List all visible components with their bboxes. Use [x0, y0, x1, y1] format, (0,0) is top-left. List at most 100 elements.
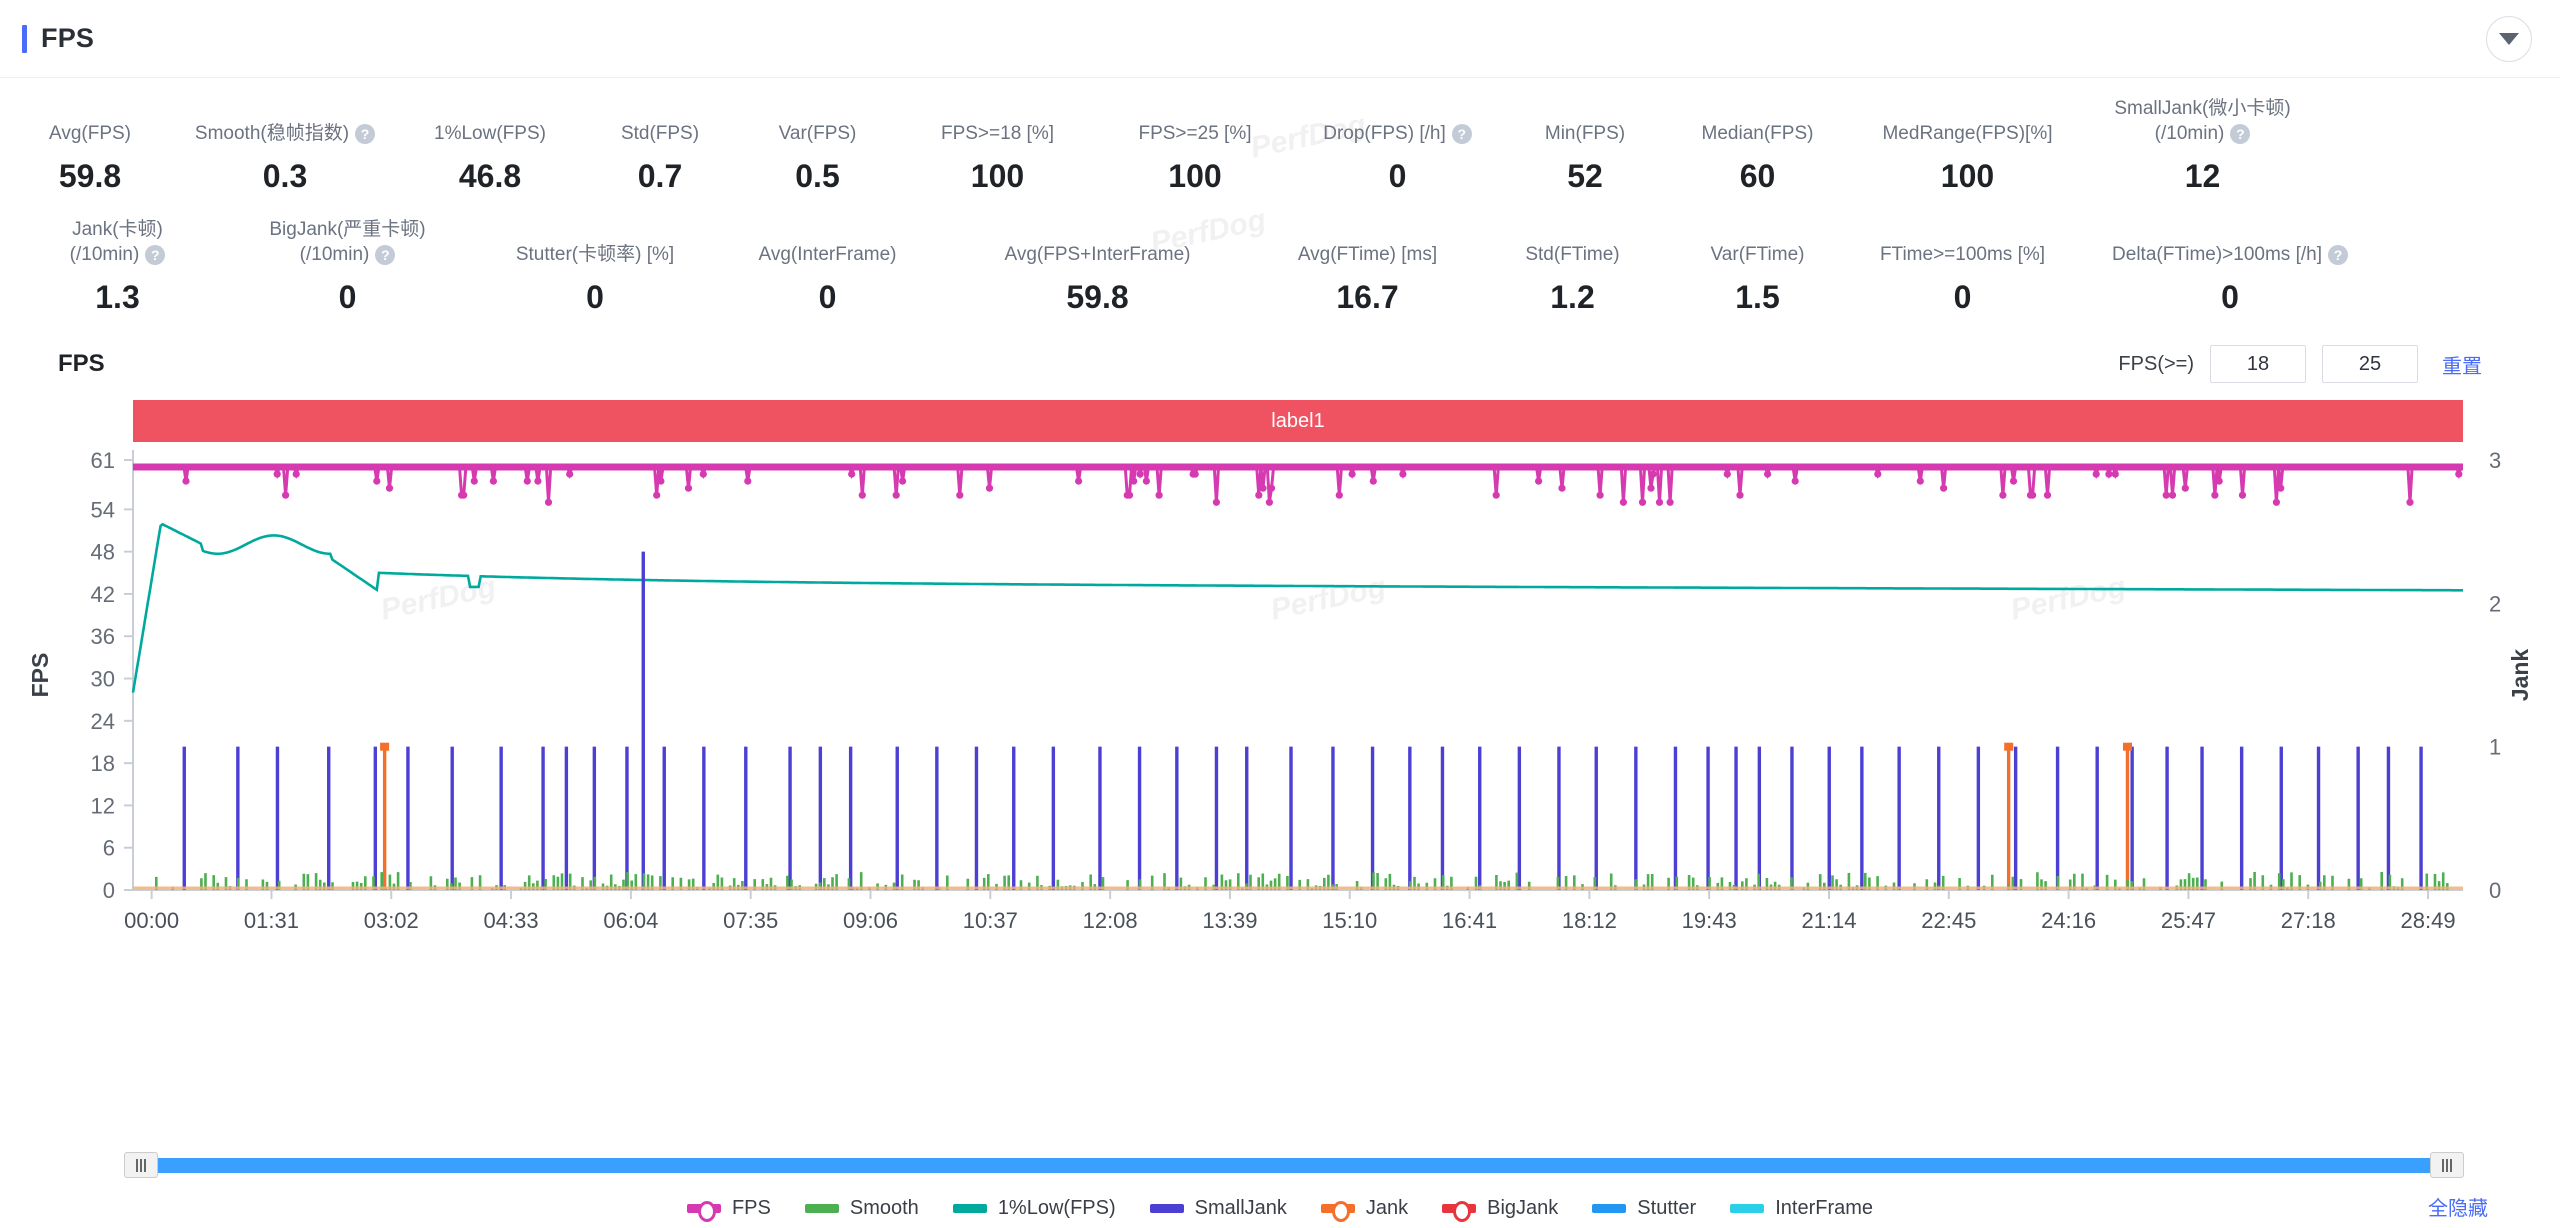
- legend-label: Jank: [1365, 1196, 1409, 1219]
- svg-text:27:18: 27:18: [2281, 908, 2336, 933]
- chevron-down-icon: [2499, 32, 2519, 45]
- svg-text:10:37: 10:37: [963, 908, 1018, 933]
- stat-value: 0.5: [795, 158, 840, 194]
- stat-value: 0: [2221, 279, 2239, 315]
- legend-color-swatch: [1149, 1203, 1184, 1213]
- scrollbar-track[interactable]: [146, 1158, 2442, 1173]
- stat-label: Std(FPS): [620, 123, 700, 144]
- svg-text:12:08: 12:08: [1083, 908, 1138, 933]
- svg-text:48: 48: [91, 540, 115, 565]
- svg-text:15:10: 15:10: [1322, 908, 1377, 933]
- title-accent-bar: [22, 24, 27, 53]
- stat-label: Avg(FTime) [ms]: [1297, 244, 1438, 265]
- legend-color-swatch: [1320, 1200, 1355, 1222]
- legend-color-swatch: [804, 1203, 839, 1213]
- fps-threshold-controls: FPS(>=) 重置: [2118, 345, 2482, 383]
- stat-cell: Drop(FPS) [/h]? 0: [1290, 96, 1505, 195]
- svg-text:28:49: 28:49: [2401, 908, 2456, 933]
- stat-cell: Avg(InterFrame) 0: [720, 217, 935, 316]
- stat-label: Var(FTime): [1710, 244, 1805, 265]
- svg-text:25:47: 25:47: [2161, 908, 2216, 933]
- help-icon[interactable]: ?: [375, 244, 396, 265]
- legend-label: SmallJank: [1194, 1196, 1287, 1219]
- stat-cell: 1%Low(FPS) 46.8: [400, 96, 580, 195]
- svg-text:6: 6: [103, 836, 115, 861]
- fps-threshold-input-1[interactable]: [2210, 345, 2306, 383]
- stat-label: FPS>=18 [%]: [940, 123, 1054, 144]
- stat-cell: Delta(FTime)>100ms [/h]? 0: [2080, 217, 2380, 316]
- svg-text:09:06: 09:06: [843, 908, 898, 933]
- scrollbar-handle-right[interactable]: [2430, 1152, 2464, 1178]
- svg-text:24:16: 24:16: [2041, 908, 2096, 933]
- svg-text:FPS: FPS: [27, 653, 53, 698]
- collapse-panel-button[interactable]: [2486, 15, 2532, 62]
- stat-label: BigJank(严重卡顿) (/10min)?: [269, 219, 426, 265]
- stat-label: Avg(FPS+InterFrame): [1004, 244, 1191, 265]
- legend-item-interframe[interactable]: InterFrame: [1730, 1197, 1873, 1220]
- stat-value: 0: [586, 279, 604, 315]
- chart-header: FPS FPS(>=) 重置: [0, 336, 2560, 392]
- stat-value: 59.8: [58, 158, 122, 194]
- stat-label: Avg(FPS): [48, 123, 131, 144]
- stat-cell: Jank(卡顿) (/10min)? 1.3: [10, 217, 225, 316]
- help-icon[interactable]: ?: [2230, 123, 2251, 144]
- svg-text:22:45: 22:45: [1921, 908, 1976, 933]
- grip-icon: [2442, 1158, 2452, 1172]
- legend-color-swatch: [952, 1203, 987, 1213]
- stat-value: 0: [818, 279, 837, 315]
- stat-cell: Var(FPS) 0.5: [740, 96, 895, 195]
- stat-value: 1.2: [1550, 279, 1595, 315]
- legend-item-1-low-fps[interactable]: 1%Low(FPS): [952, 1197, 1116, 1220]
- reset-link[interactable]: 重置: [2442, 350, 2482, 379]
- stat-value: 46.8: [458, 158, 522, 194]
- fps-threshold-label: FPS(>=): [2118, 352, 2194, 375]
- stat-label: Min(FPS): [1544, 123, 1626, 144]
- legend-item-jank[interactable]: Jank: [1320, 1196, 1409, 1222]
- stat-value: 0.7: [637, 158, 683, 194]
- stat-label: Delta(FTime)>100ms [/h]?: [2112, 242, 2348, 267]
- fps-chart-svg[interactable]: 061218243036424854610123FPS Jank00:00 01:3…: [0, 392, 2560, 1002]
- svg-text:01:31: 01:31: [244, 908, 299, 933]
- legend-label: Stutter: [1637, 1196, 1697, 1219]
- page-title: FPS: [22, 23, 94, 54]
- legend-label: BigJank: [1487, 1196, 1559, 1219]
- stat-cell: Avg(FPS+InterFrame) 59.8: [935, 217, 1260, 316]
- stat-cell: Stutter(卡顿率) [%] 0: [470, 217, 720, 316]
- series-1pct-low: [131, 522, 2463, 693]
- help-icon[interactable]: ?: [145, 244, 166, 265]
- stat-value: 0: [338, 279, 357, 315]
- stat-value: 0.3: [262, 158, 308, 194]
- stat-label: Smooth(稳帧指数)?: [195, 121, 376, 146]
- fps-report-page: FPS Avg(FPS) 59.8 Smooth(稳帧指数)? 0.3 1%Low(FP…: [0, 0, 2560, 1228]
- stat-value: 1.5: [1735, 279, 1780, 315]
- legend-item-fps[interactable]: FPS: [686, 1197, 771, 1222]
- stat-cell: BigJank(严重卡顿) (/10min)? 0: [225, 217, 470, 316]
- legend-label: Smooth: [849, 1196, 919, 1219]
- legend-item-smalljank[interactable]: SmallJank: [1149, 1196, 1287, 1220]
- legend-item-stutter[interactable]: Stutter: [1592, 1197, 1696, 1220]
- svg-text:04:33: 04:33: [484, 908, 539, 933]
- stat-cell: FPS>=25 [%] 100: [1100, 96, 1290, 195]
- help-icon[interactable]: ?: [355, 123, 376, 144]
- stat-cell: Std(FTime) 1.2: [1475, 217, 1670, 316]
- fps-threshold-input-2[interactable]: [2322, 345, 2418, 383]
- stat-label: Avg(InterFrame): [758, 244, 897, 265]
- scrollbar-handle-left[interactable]: [124, 1152, 158, 1178]
- help-icon[interactable]: ?: [1451, 123, 1472, 144]
- stat-label: SmallJank(微小卡顿) (/10min)?: [2114, 98, 2291, 144]
- hide-all-link[interactable]: 全隐藏: [2428, 1192, 2488, 1221]
- legend-item-bigjank[interactable]: BigJank: [1442, 1196, 1559, 1222]
- svg-text:16:41: 16:41: [1442, 908, 1497, 933]
- stat-cell: Avg(FTime) [ms] 16.7: [1260, 217, 1475, 316]
- svg-text:30: 30: [91, 667, 115, 692]
- help-icon[interactable]: ?: [2327, 244, 2348, 265]
- stat-value: 59.8: [1066, 279, 1129, 315]
- stat-value: 0: [1388, 158, 1407, 194]
- stat-label: 1%Low(FPS): [434, 123, 546, 144]
- stat-value: 12: [2184, 158, 2221, 194]
- legend-item-smooth[interactable]: Smooth: [804, 1196, 919, 1220]
- time-range-scrollbar[interactable]: [124, 1152, 2464, 1178]
- stat-value: 52: [1567, 158, 1603, 194]
- grip-icon: [136, 1158, 146, 1172]
- stat-cell: Var(FTime) 1.5: [1670, 217, 1845, 316]
